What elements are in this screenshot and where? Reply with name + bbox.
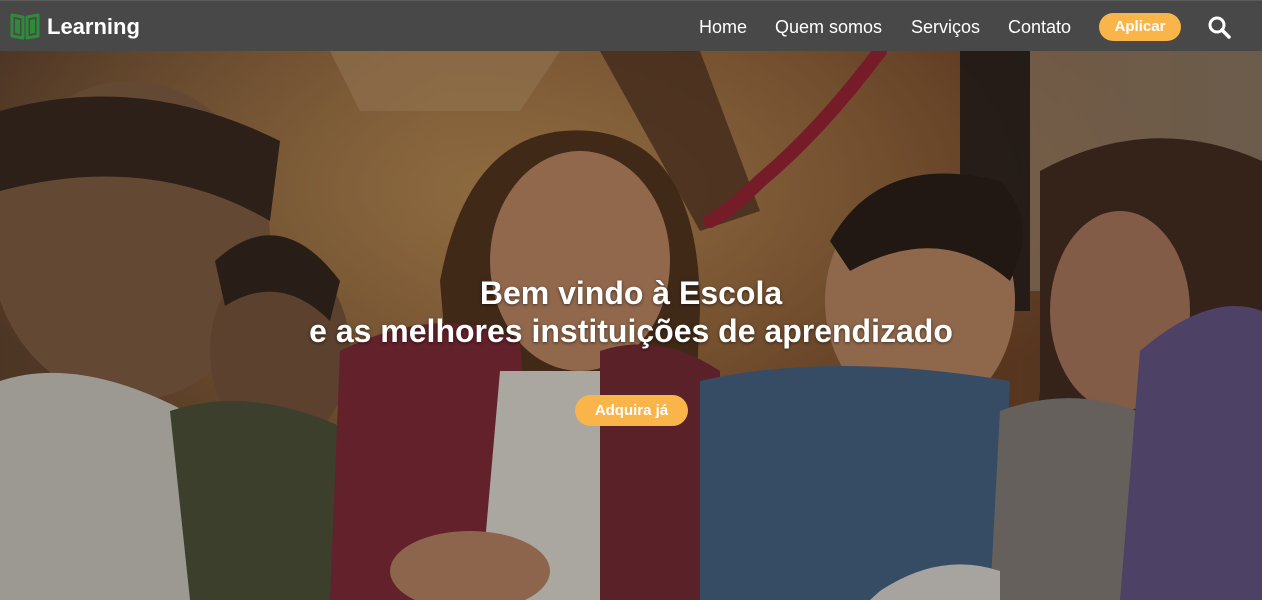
nav-link-home[interactable]: Home (699, 16, 747, 38)
nav-link-servicos[interactable]: Serviços (911, 16, 980, 38)
hero-heading-line-2: e as melhores instituições de aprendizad… (309, 313, 953, 349)
brand-name[interactable]: Learning (47, 14, 140, 40)
top-navbar: Learning Home Quem somos Serviços Contat… (0, 0, 1262, 51)
search-icon[interactable] (1207, 15, 1231, 39)
hero-section: Bem vindo à Escola e as melhores institu… (0, 51, 1262, 600)
nav-link-contato[interactable]: Contato (1008, 16, 1071, 38)
book-icon[interactable] (10, 11, 40, 41)
nav-link-quem-somos[interactable]: Quem somos (775, 16, 882, 38)
apply-button[interactable]: Aplicar (1099, 13, 1181, 41)
adquira-button[interactable]: Adquira já (575, 395, 688, 426)
hero-heading: Bem vindo à Escola e as melhores institu… (0, 274, 1262, 350)
hero-heading-line-1: Bem vindo à Escola (479, 275, 783, 311)
